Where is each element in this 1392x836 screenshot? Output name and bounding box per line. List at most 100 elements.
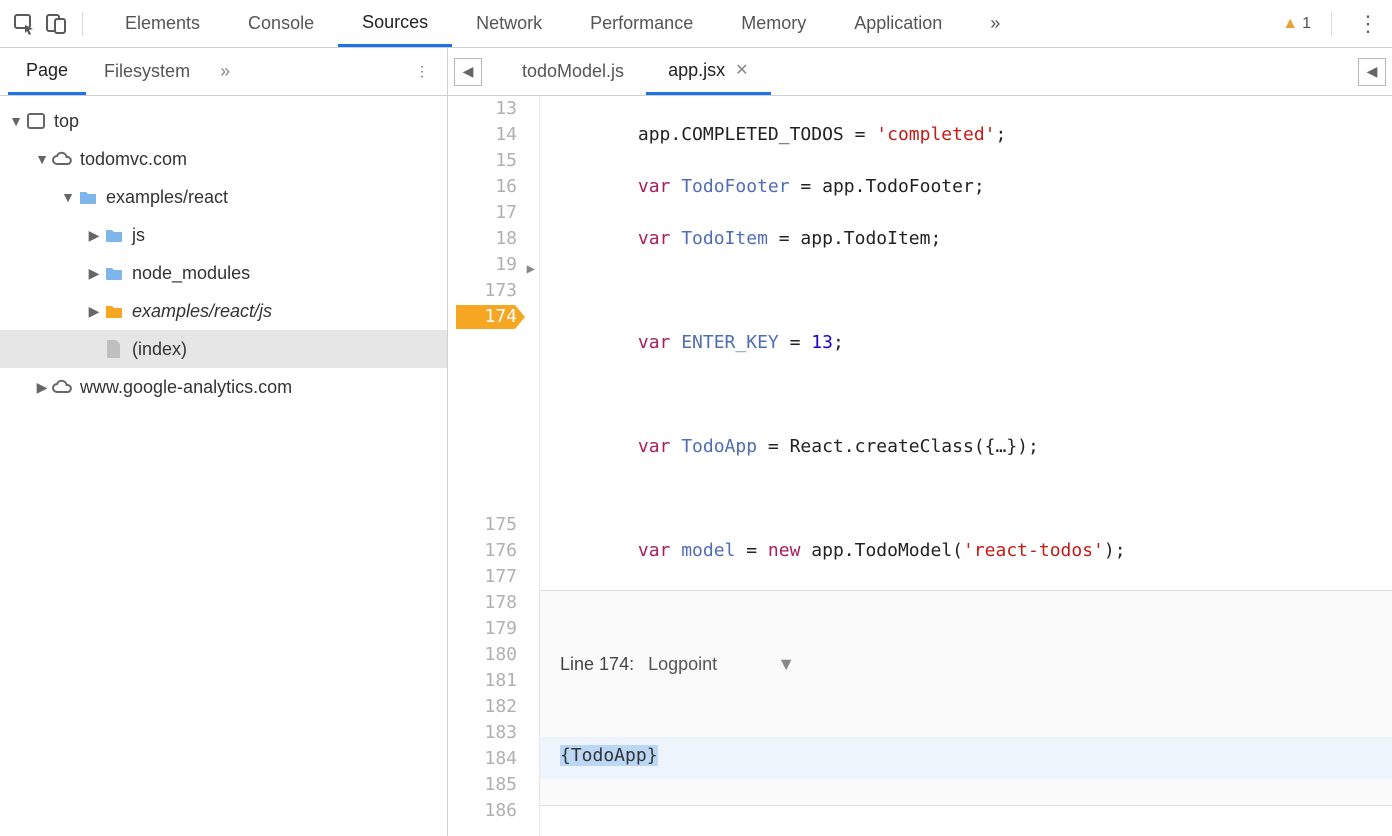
- device-toggle-icon[interactable]: [40, 8, 72, 40]
- warning-count: 1: [1302, 15, 1311, 33]
- tab-sources[interactable]: Sources: [338, 0, 452, 47]
- toggle-debugger-icon[interactable]: ◀: [1358, 58, 1386, 86]
- tree-item[interactable]: ▼todomvc.com: [0, 140, 447, 178]
- tree-item[interactable]: ▶js: [0, 216, 447, 254]
- code-editor[interactable]: 13141516171819▶1731741751761771781791801…: [448, 96, 1392, 836]
- tree-item[interactable]: ▶ www.google-analytics.com: [0, 368, 447, 406]
- tree-item-label: (index): [132, 339, 187, 360]
- tab-elements[interactable]: Elements: [101, 0, 224, 47]
- fold-icon[interactable]: ▶: [527, 256, 535, 282]
- inspect-icon[interactable]: [8, 8, 40, 40]
- navigator-more-icon[interactable]: ⋮: [405, 63, 439, 80]
- line-number[interactable]: 16: [448, 174, 517, 200]
- tab-performance[interactable]: Performance: [566, 0, 717, 47]
- line-number[interactable]: 174: [448, 304, 517, 330]
- breakpoint-type-select[interactable]: Logpoint ▼: [648, 651, 795, 677]
- tab-application[interactable]: Application: [830, 0, 966, 47]
- code-token: ENTER_KEY: [670, 332, 778, 353]
- navigator-tab-filesystem[interactable]: Filesystem: [86, 48, 208, 95]
- line-number[interactable]: 177: [448, 564, 517, 590]
- file-tab-todomodel[interactable]: todoModel.js: [500, 48, 646, 95]
- cloud-icon: [50, 150, 74, 168]
- logpoint-input[interactable]: {TodoApp}: [540, 737, 1392, 779]
- line-number[interactable]: 183: [448, 720, 517, 746]
- tree-item-label: examples/react: [106, 187, 228, 208]
- line-number[interactable]: 179: [448, 616, 517, 642]
- line-number[interactable]: [448, 460, 517, 486]
- line-number[interactable]: 17: [448, 200, 517, 226]
- line-number[interactable]: [448, 408, 517, 434]
- line-number[interactable]: 14: [448, 122, 517, 148]
- line-number[interactable]: [448, 486, 517, 512]
- logpoint-expression: {TodoApp}: [560, 745, 658, 766]
- tree-item-label: node_modules: [132, 263, 250, 284]
- code-token: );: [1104, 540, 1126, 561]
- tree-item[interactable]: (index): [0, 330, 447, 368]
- navigator-tab-page[interactable]: Page: [8, 48, 86, 95]
- navigator-tabs-overflow[interactable]: »: [220, 61, 230, 82]
- expand-icon[interactable]: ▶: [86, 227, 102, 244]
- line-number[interactable]: 184: [448, 746, 517, 772]
- code-token: 'completed': [876, 124, 995, 145]
- file-tab-label: app.jsx: [668, 60, 725, 81]
- code-token: = app.TodoItem;: [768, 228, 941, 249]
- expand-icon[interactable]: ▶: [86, 265, 102, 282]
- code-token: new: [768, 540, 801, 561]
- file-tree[interactable]: ▼top▼todomvc.com▼examples/react▶js▶node_…: [0, 96, 447, 412]
- line-number[interactable]: 185: [448, 772, 517, 798]
- chevron-down-icon: ▼: [777, 651, 795, 677]
- cloud-icon: [50, 378, 74, 396]
- expand-icon[interactable]: ▼: [8, 113, 24, 129]
- line-number[interactable]: 181: [448, 668, 517, 694]
- code-token: 'react-todos': [963, 540, 1104, 561]
- code-token: ;: [833, 332, 844, 353]
- line-number[interactable]: 19▶: [448, 252, 517, 278]
- tree-item[interactable]: ▼top: [0, 102, 447, 140]
- expand-icon[interactable]: ▼: [34, 151, 50, 167]
- code-token: var: [638, 436, 671, 457]
- logpoint-line-label: Line 174:: [560, 651, 634, 677]
- line-number[interactable]: 15: [448, 148, 517, 174]
- toolbar-separator: [82, 12, 83, 36]
- tabs-overflow[interactable]: »: [966, 0, 1024, 47]
- tab-memory[interactable]: Memory: [717, 0, 830, 47]
- expand-icon[interactable]: ▼: [60, 189, 76, 205]
- line-number[interactable]: 173: [448, 278, 517, 304]
- code-token: model: [670, 540, 735, 561]
- panel-tabs: Elements Console Sources Network Perform…: [101, 0, 1024, 47]
- expand-icon[interactable]: ▶: [86, 303, 102, 320]
- line-number[interactable]: 182: [448, 694, 517, 720]
- line-number[interactable]: 13: [448, 96, 517, 122]
- line-number[interactable]: 175: [448, 512, 517, 538]
- code-token: var: [638, 176, 671, 197]
- line-number[interactable]: 186: [448, 798, 517, 824]
- tree-item[interactable]: ▶ node_modules: [0, 254, 447, 292]
- tree-item-label: www.google-analytics.com: [80, 377, 292, 398]
- line-number[interactable]: 18: [448, 226, 517, 252]
- line-number[interactable]: 176: [448, 538, 517, 564]
- toolbar-separator: [1331, 12, 1332, 36]
- line-number[interactable]: 178: [448, 590, 517, 616]
- close-icon[interactable]: ✕: [735, 60, 748, 80]
- code-token: =: [779, 332, 812, 353]
- tree-item[interactable]: ▼ examples/react: [0, 178, 447, 216]
- line-number[interactable]: [448, 434, 517, 460]
- tab-console[interactable]: Console: [224, 0, 338, 47]
- file-tab-appjsx[interactable]: app.jsx ✕: [646, 48, 770, 95]
- menu-icon[interactable]: ⋮: [1352, 8, 1384, 40]
- folder-blue-icon: [102, 226, 126, 244]
- history-nav-icon[interactable]: ◀: [454, 58, 482, 86]
- code-token: var: [638, 228, 671, 249]
- folder-blue-icon: [76, 188, 100, 206]
- tab-network[interactable]: Network: [452, 0, 566, 47]
- tree-item[interactable]: ▶examples/react/js: [0, 292, 447, 330]
- line-number[interactable]: 180: [448, 642, 517, 668]
- code-token: app.TodoModel(: [800, 540, 963, 561]
- folder-blue-icon: [102, 264, 126, 282]
- warnings-badge[interactable]: ▲ 1: [1282, 15, 1311, 33]
- line-gutter[interactable]: 13141516171819▶1731741751761771781791801…: [448, 96, 540, 836]
- code-area[interactable]: app.COMPLETED_TODOS = 'completed'; var T…: [540, 96, 1392, 836]
- code-token: 13: [811, 332, 833, 353]
- expand-icon[interactable]: ▶: [34, 379, 50, 396]
- navigator-panel: Page Filesystem » ⋮ ▼top▼todomvc.com▼exa…: [0, 48, 448, 836]
